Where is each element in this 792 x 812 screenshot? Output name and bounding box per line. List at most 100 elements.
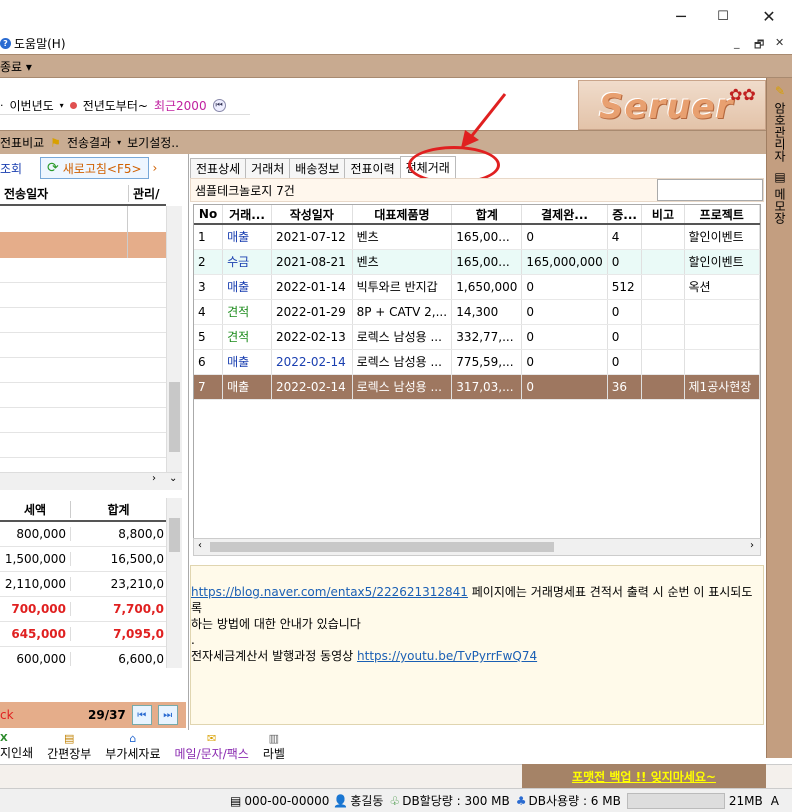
left-selected-row[interactable] [0,232,166,258]
summary-row[interactable]: 1,500,000 16,500,0 [0,547,166,572]
chevron-down-icon[interactable]: ▾ [117,138,121,147]
grid-cell-type: 매출 [222,274,272,300]
summary-total: 23,210,0 [70,577,166,591]
summary-vscroll[interactable] [166,498,182,668]
grid-col-header[interactable]: 증... [607,205,643,225]
close-button[interactable]: ✕ [746,0,792,32]
annotation-arrow-icon [461,93,507,148]
table-row[interactable]: 4 견적 2022-01-29 8P + CATV 2,... 14,300 0 0 [194,299,760,325]
mdi-close-button[interactable]: ✕ [775,36,784,49]
view-settings-button[interactable]: 보기설정.. [127,134,179,151]
mdi-minimize-button[interactable]: _ [734,36,740,49]
info-text-2: 하는 방법에 대한 안내가 있습니다 [191,617,361,631]
tab-3[interactable]: 배송정보 [289,158,346,178]
grid-cell-type: 매출 [222,349,272,375]
grid-cell-note [641,249,685,275]
prev-page-icon[interactable]: ⏮ [131,705,152,725]
maximize-button[interactable]: ☐ [700,0,746,32]
grid-col-header[interactable]: 합계 [451,205,523,225]
chevron-down-icon[interactable]: ▾ [60,101,64,110]
memo-tab[interactable]: ▤ 메모장 [770,170,790,224]
left-vscroll[interactable] [166,206,182,472]
prev-year-filter[interactable]: 전년도부터~ [83,97,148,114]
table-row[interactable]: 7 매출 2022-02-14 로렉스 남성용 ... 317,03,... 0 36 제1공… [194,374,760,400]
tab-4[interactable]: 전표이력 [344,158,401,178]
recent-filter[interactable]: 최근2000 [154,97,207,114]
summary-row[interactable]: 800,000 8,800,0 [0,522,166,547]
skip-icon[interactable]: ⏮ [212,98,226,112]
exit-menu[interactable]: 종료 ▾ [0,58,32,75]
db-usage: DB사용량 : 6 MB [528,794,621,808]
vat-label: 부가세자료 [105,747,161,761]
table-row[interactable]: 3 매출 2022-01-14 빅투와르 반지갑 1,650,000 0 512 옥션 [194,274,760,300]
search-input[interactable] [657,179,763,201]
query-button[interactable]: 조회 [0,160,40,177]
summary-total: 6,600,0 [70,652,166,666]
compare-button[interactable]: 전표비교 [0,134,44,151]
grid-cell-product: 로렉스 남성용 ... [352,349,453,375]
summary-row[interactable]: 2,110,000 23,210,0 [0,572,166,597]
mail-button[interactable]: ✉ 메일/문자/팩스 [175,732,249,762]
grid-cell-note [641,324,685,350]
grid-col-header[interactable]: 결제완... [521,205,608,225]
mdi-restore-button[interactable]: 🗗 [754,36,764,55]
scroll-right-icon[interactable]: › [750,540,754,551]
grid-cell-type: 견적 [222,324,272,350]
minimize-button[interactable]: ─ [658,0,704,32]
mail-label: 메일/문자/팩스 [174,747,249,761]
grid-col-header[interactable]: No [194,205,224,225]
table-row[interactable]: 1 매출 2021-07-12 벤츠 165,00... 0 4 할인이벤트 [194,224,760,250]
grid-col-header[interactable]: 비고 [641,205,685,225]
grid-col-header[interactable]: 프로젝트 [684,205,760,225]
label-button[interactable]: ▥ 라벨 [263,732,285,762]
refresh-button[interactable]: ⟳ 새로고침<F5> [40,157,149,179]
grid-cell-note [641,349,685,375]
vat-button[interactable]: ⌂ 부가세자료 [105,732,160,762]
scroll-down-icon[interactable]: ⌄ [169,473,177,484]
refresh-icon: ⟳ [47,160,59,176]
scroll-right-arrow-icon[interactable]: › [153,161,158,175]
grid-cell-no: 2 [194,249,224,275]
table-row[interactable]: 2 수금 2021-08-21 벤츠 165,00... 165,000,000 0 할인이벤… [194,249,760,275]
summary-row[interactable]: 645,000 7,095,0 [0,622,166,647]
left-grid-rows [0,258,166,458]
table-row[interactable]: 6 매출 2022-02-14 로렉스 남성용 ... 775,59,... 0 0 [194,349,760,375]
menu-help[interactable]: ? 도움말(H) [0,35,66,52]
backup-reminder-button[interactable]: 포맷전 백업 !! 잊지마세요~ [522,764,766,788]
summary-row[interactable]: 700,000 7,700,0 [0,597,166,622]
scroll-left-icon[interactable]: ‹ [198,540,202,551]
scroll-right-icon[interactable]: › [152,473,156,484]
grid-cell-project: 할인이벤트 [684,249,760,275]
summary-tax: 1,500,000 [4,552,66,566]
grid-cell-type: 견적 [222,299,272,325]
password-manager-tab[interactable]: ✎ 암호관리자 [770,84,790,162]
grid-cell-cnt: 36 [607,374,643,400]
home-icon: ⌂ [129,732,137,745]
col-tax[interactable]: 세액 [0,501,70,518]
grid-col-header[interactable]: 거래... [222,205,272,225]
ledger-button[interactable]: ▤ 간편장부 [47,732,91,762]
video-link[interactable]: https://youtu.be/TvPyrrFwQ74 [357,649,537,663]
grid-col-header[interactable]: 작성일자 [271,205,353,225]
blog-link[interactable]: https://blog.naver.com/entax5/2226213128… [191,585,468,599]
send-result-menu[interactable]: 전송결과 [67,134,111,151]
print-button[interactable]: X 지인쇄 [0,733,33,761]
tab-1[interactable]: 전표상세 [190,158,247,178]
next-page-icon[interactable]: ⏭ [157,705,178,725]
col-total[interactable]: 합계 [70,500,166,518]
grid-hscroll[interactable]: ‹ › [193,538,761,556]
table-row[interactable]: 5 견적 2022-02-13 로렉스 남성용 ... 332,77,... 0 0 [194,324,760,350]
grid-col-header[interactable]: 대표제품명 [352,205,453,225]
col-manage[interactable]: 관리/ [128,184,166,202]
summary-tax: 645,000 [11,627,66,641]
key-icon: ✎ [773,84,787,98]
grid-cell-cnt: 0 [607,299,643,325]
this-year-filter[interactable]: 이번년도 [10,97,54,114]
col-senddate[interactable]: 전송일자 [0,185,128,202]
print-label: 지인쇄 [0,746,34,760]
user-name: 홍길동 [350,794,384,808]
club-icon: ♣ [515,793,527,808]
left-hscroll[interactable]: › ⌄ [0,472,182,490]
tab-2[interactable]: 거래처 [245,158,291,178]
grid-cell-no: 4 [194,299,224,325]
